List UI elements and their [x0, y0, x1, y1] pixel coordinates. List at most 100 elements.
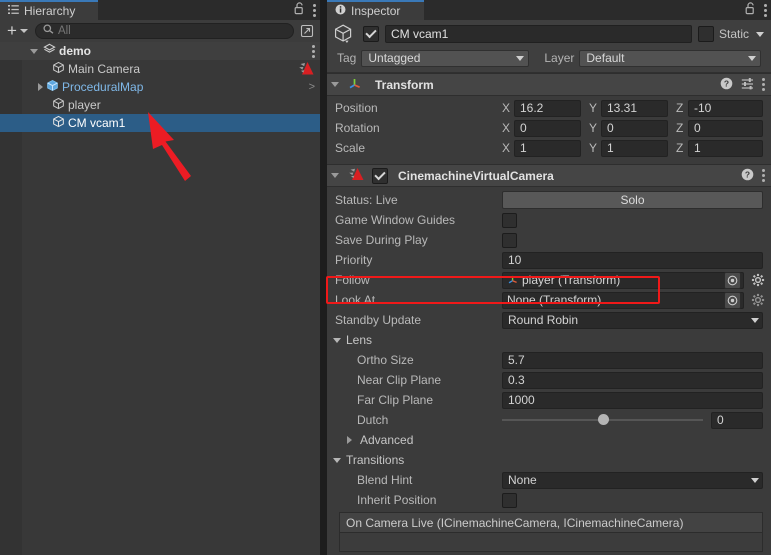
advanced-foldout[interactable]: Advanced [327, 430, 771, 450]
position-z-value: -10 [694, 101, 712, 115]
transform-axis-icon [348, 76, 362, 93]
gameobject-name-input[interactable]: CM vcam1 [385, 25, 692, 43]
scale-vector: X 1 Y 1 Z 1 [502, 139, 771, 157]
position-x-value: 16.2 [520, 101, 544, 115]
lock-open-icon[interactable] [294, 2, 305, 18]
tab-inspector-label: Inspector [351, 4, 401, 18]
transitions-foldout[interactable]: Transitions [327, 450, 771, 470]
vcam-standby-update-row: Standby Update Round Robin [327, 310, 771, 330]
position-y-cell: Y 13.31 [589, 99, 676, 117]
on-camera-live-title[interactable]: On Camera Live (ICinemachineCamera, ICin… [340, 513, 762, 533]
on-camera-live-list[interactable] [340, 533, 762, 551]
help-icon[interactable]: ? [741, 168, 754, 184]
search-input[interactable]: All [34, 23, 294, 39]
near-clip-input[interactable]: 0.3 [502, 371, 763, 389]
near-clip-label: Near Clip Plane [357, 373, 442, 387]
rotation-x-input[interactable]: 0 [514, 119, 581, 137]
position-z-cell: Z -10 [676, 99, 763, 117]
object-picker-icon[interactable] [724, 271, 741, 289]
foldout-open-icon[interactable] [30, 48, 38, 54]
inspector-body: CM vcam1 Static Tag Untagged Layer Defau… [327, 20, 771, 555]
gameobject-cube-icon[interactable] [331, 22, 357, 46]
transitions-label: Transitions [346, 453, 405, 467]
on-camera-live-event-box: On Camera Live (ICinemachineCamera, ICin… [339, 512, 763, 552]
foldout-open-icon[interactable] [331, 173, 339, 178]
scene-row-menu[interactable] [312, 42, 315, 60]
look-at-object-field[interactable]: None (Transform) [502, 291, 744, 309]
lens-foldout[interactable]: Lens [327, 330, 771, 350]
dutch-input[interactable]: 0 [711, 411, 763, 429]
blend-hint-dropdown[interactable]: None [502, 471, 763, 489]
position-label: Position [335, 101, 378, 115]
game-window-guides-checkbox[interactable] [502, 212, 517, 228]
tab-inspector[interactable]: Inspector [327, 0, 424, 20]
hierarchy-row-cm-vcam1[interactable]: CM vcam1 [0, 114, 320, 132]
follow-object-value-wrap: player (Transform) [507, 273, 724, 288]
scale-y-input[interactable]: 1 [601, 139, 668, 157]
inherit-position-checkbox[interactable] [502, 492, 517, 508]
vcam-ortho-size-row: Ortho Size 5.7 [327, 350, 771, 370]
hierarchy-row-scene[interactable]: demo [0, 42, 320, 60]
prefab-open-chevron[interactable]: > [309, 78, 315, 96]
gear-icon[interactable] [750, 293, 766, 307]
position-x-input[interactable]: 16.2 [514, 99, 581, 117]
foldout-open-icon[interactable] [331, 82, 339, 87]
look-at-label: Look At [335, 293, 376, 307]
kebab-menu-icon[interactable] [764, 3, 767, 17]
dutch-slider[interactable] [502, 414, 703, 425]
hierarchy-row-label: demo [59, 44, 92, 58]
object-picker-icon[interactable] [724, 291, 741, 309]
tag-dropdown[interactable]: Untagged [361, 49, 530, 67]
rotation-z-input[interactable]: 0 [688, 119, 763, 137]
scale-z-input[interactable]: 1 [688, 139, 763, 157]
cinemachine-enabled-checkbox[interactable] [372, 167, 388, 184]
add-gameobject-button[interactable]: + [4, 22, 31, 39]
kebab-menu-icon[interactable] [762, 78, 765, 91]
gameobject-enabled-checkbox[interactable] [363, 26, 379, 42]
transform-component-header[interactable]: Transform ? [327, 73, 771, 96]
scale-x-input[interactable]: 1 [514, 139, 581, 157]
chevron-down-icon[interactable] [756, 31, 764, 37]
dutch-slider-handle[interactable] [597, 414, 609, 425]
rotation-y-input[interactable]: 0 [601, 119, 668, 137]
cinemachine-component-header[interactable]: CinemachineVirtualCamera ? [327, 164, 771, 187]
tag-value: Untagged [368, 51, 421, 65]
position-y-input[interactable]: 13.31 [601, 99, 668, 117]
svg-text:?: ? [745, 169, 750, 179]
hierarchy-row-main-camera[interactable]: Main Camera [0, 60, 320, 78]
save-during-play-checkbox[interactable] [502, 232, 517, 248]
advanced-label: Advanced [360, 433, 414, 447]
kebab-menu-icon[interactable] [312, 44, 315, 58]
transform-title: Transform [375, 77, 434, 92]
blend-hint-value: None [508, 473, 537, 487]
follow-object-field[interactable]: player (Transform) [502, 271, 744, 289]
far-clip-input[interactable]: 1000 [502, 391, 763, 409]
hierarchy-row-proceduralmap[interactable]: ProceduralMap > [0, 78, 320, 96]
near-clip-value: 0.3 [508, 373, 525, 387]
tab-hierarchy[interactable]: Hierarchy [0, 0, 98, 20]
open-in-new-icon[interactable] [298, 23, 316, 39]
lock-open-icon[interactable] [745, 2, 756, 18]
position-z-input[interactable]: -10 [688, 99, 763, 117]
hierarchy-row-label: player [68, 98, 101, 112]
priority-input[interactable]: 10 [502, 251, 763, 269]
solo-button[interactable]: Solo [502, 191, 763, 209]
vcam-priority-row: Priority 10 [327, 250, 771, 270]
vcam-status-row: Status: Live Solo [327, 190, 771, 210]
help-icon[interactable]: ? [720, 77, 733, 93]
panel-splitter[interactable] [320, 0, 327, 555]
hierarchy-panel: Hierarchy + All demo Main Camera Procedu… [0, 0, 320, 555]
ortho-size-input[interactable]: 5.7 [502, 351, 763, 369]
gear-icon[interactable] [750, 273, 766, 287]
foldout-closed-icon[interactable] [38, 83, 43, 91]
kebab-menu-icon[interactable] [762, 169, 765, 182]
static-checkbox[interactable] [697, 26, 714, 42]
hierarchy-row-player[interactable]: player [0, 96, 320, 114]
rotation-x-cell: X 0 [502, 119, 589, 137]
kebab-menu-icon[interactable] [313, 3, 316, 17]
hierarchy-tree: demo Main Camera ProceduralMap > player … [0, 42, 320, 555]
preset-sliders-icon[interactable] [741, 77, 754, 93]
scale-z-value: 1 [694, 141, 701, 155]
standby-update-dropdown[interactable]: Round Robin [502, 311, 763, 329]
layer-dropdown[interactable]: Default [579, 49, 761, 67]
